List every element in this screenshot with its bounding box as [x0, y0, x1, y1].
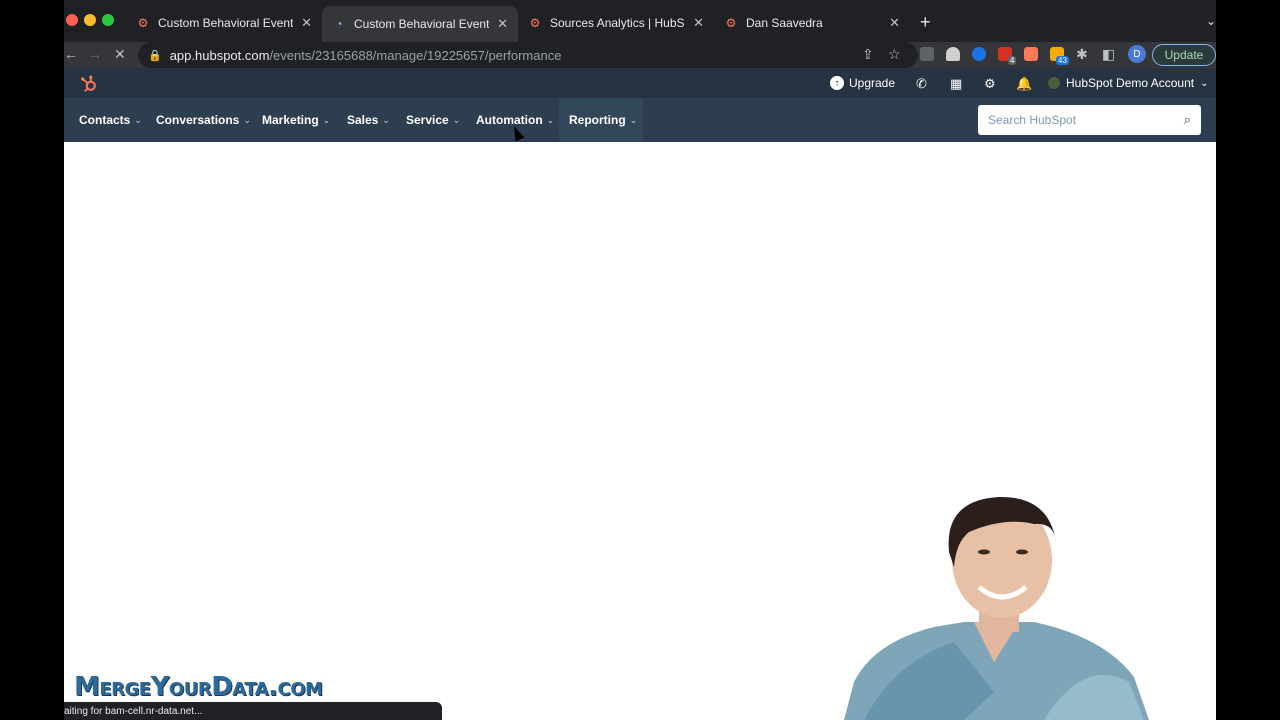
nav-sales[interactable]: Sales ⌄ — [347, 98, 390, 142]
shield-extension-icon[interactable] — [920, 47, 934, 61]
search-icon[interactable]: ⌕ — [1184, 112, 1191, 128]
tab-search-chevron-icon[interactable]: ⌄ — [1206, 14, 1216, 28]
nav-label: Reporting — [569, 113, 626, 127]
account-avatar — [1048, 77, 1060, 89]
account-name: HubSpot Demo Account — [1066, 76, 1195, 90]
search-input[interactable] — [988, 113, 1184, 127]
browser-tab[interactable]: ⚙ Dan Saavedra ✕ — [714, 8, 910, 38]
stop-loading-icon[interactable]: ✕ — [114, 46, 126, 63]
browser-tab-strip: ⚙ Custom Behavioral Events | Hu ✕ ◔ Cust… — [64, 0, 1216, 42]
tab-title: Custom Behavioral Events | Hu — [158, 16, 294, 30]
url-path: /events/23165688/manage/19225657/perform… — [269, 47, 562, 63]
snowflake-extension-icon[interactable] — [972, 47, 986, 61]
nav-service[interactable]: Service ⌄ — [406, 98, 460, 142]
address-bar[interactable]: 🔒 app.hubspot.com/events/23165688/manage… — [138, 42, 918, 68]
nav-label: Service — [406, 113, 449, 127]
nav-contacts[interactable]: Contacts ⌄ — [79, 98, 142, 142]
status-text: aiting for bam-cell.nr-data.net... — [64, 706, 203, 717]
chevron-down-icon: ⌄ — [546, 114, 555, 125]
hubspot-top-bar: ↑ Upgrade ✆ ▦ ⚙ 🔔 HubSpot Demo Account ⌄ — [64, 68, 1216, 98]
chevron-down-icon: ⌄ — [452, 114, 461, 125]
chevron-down-icon: ⌄ — [382, 114, 390, 125]
account-menu[interactable]: HubSpot Demo Account ⌄ — [1048, 76, 1208, 90]
chevron-down-icon: ⌄ — [629, 114, 638, 125]
browser-status-bar: aiting for bam-cell.nr-data.net... — [64, 702, 442, 720]
nav-marketing[interactable]: Marketing ⌄ — [262, 98, 330, 142]
tab-close-icon[interactable]: ✕ — [889, 15, 900, 31]
upgrade-label: Upgrade — [849, 76, 896, 90]
upgrade-button[interactable]: ↑ Upgrade — [830, 76, 895, 90]
close-window-button[interactable] — [66, 14, 78, 26]
extension-badge: 43 — [1056, 56, 1069, 65]
maximize-window-button[interactable] — [102, 14, 114, 26]
nav-label: Conversations — [156, 113, 240, 127]
back-icon[interactable]: ← — [64, 46, 78, 62]
marketplace-icon[interactable]: ▦ — [950, 76, 962, 92]
hubspot-sprocket-icon: ⚙ — [725, 16, 737, 30]
share-icon[interactable]: ⇪ — [862, 46, 874, 63]
hubspot-extension-icon[interactable] — [1024, 47, 1038, 61]
nav-reporting[interactable]: Reporting ⌄ — [559, 98, 643, 142]
update-browser-button[interactable]: Update — [1152, 44, 1216, 66]
chevron-down-icon: ⌄ — [134, 114, 142, 125]
chevron-down-icon: ⌄ — [243, 114, 251, 125]
watermark-text: MergeYourData.com — [74, 672, 323, 702]
side-panel-icon[interactable]: ◧ — [1102, 46, 1115, 63]
lock-icon: 🔒 — [148, 49, 162, 62]
notifications-bell-icon[interactable]: 🔔 — [1016, 76, 1032, 92]
tab-title: Custom Behavioral Events | Hu — [354, 17, 490, 31]
profile-avatar[interactable]: D — [1128, 45, 1146, 63]
extension-badge: 4 — [1008, 56, 1017, 65]
nav-label: Automation — [476, 113, 543, 127]
settings-gear-icon[interactable]: ⚙ — [984, 76, 996, 92]
browser-tab[interactable]: ⚙ Sources Analytics | HubSpot ✕ — [518, 8, 714, 38]
tab-close-icon[interactable]: ✕ — [693, 15, 704, 31]
nav-label: Marketing — [262, 113, 319, 127]
nav-label: Sales — [347, 113, 379, 127]
update-label: Update — [1164, 48, 1204, 62]
minimize-window-button[interactable] — [84, 14, 96, 26]
screen: ⚙ Custom Behavioral Events | Hu ✕ ◔ Cust… — [64, 0, 1216, 720]
new-tab-icon[interactable]: + — [920, 12, 931, 33]
hubspot-sprocket-icon: ⚙ — [529, 16, 541, 30]
cloud-extension-icon[interactable] — [946, 47, 960, 61]
tab-close-icon[interactable]: ✕ — [497, 16, 508, 32]
browser-tab-active[interactable]: ◔ Custom Behavioral Events | Hu ✕ — [322, 6, 518, 42]
browser-tab[interactable]: ⚙ Custom Behavioral Events | Hu ✕ — [126, 8, 322, 38]
loading-spinner-icon: ◔ — [335, 17, 343, 31]
hubspot-logo-icon[interactable] — [80, 75, 98, 93]
nav-label: Contacts — [79, 113, 131, 127]
phone-calling-icon[interactable]: ✆ — [916, 76, 927, 92]
forward-icon[interactable]: → — [88, 46, 102, 62]
webcam-presenter-image — [844, 496, 1149, 720]
watermark-logo: MergeYourData.com — [74, 672, 323, 702]
chevron-down-icon: ⌄ — [1200, 77, 1209, 89]
puzzle-extensions-icon[interactable]: ✱ — [1076, 46, 1088, 63]
hubspot-sprocket-icon: ⚙ — [137, 16, 149, 30]
profile-initial: D — [1133, 48, 1141, 60]
tab-title: Dan Saavedra — [746, 16, 823, 30]
url-domain: app.hubspot.com — [169, 47, 270, 63]
nav-conversations[interactable]: Conversations ⌄ — [156, 98, 251, 142]
search-box[interactable]: ⌕ — [978, 105, 1201, 135]
upgrade-arrow-icon: ↑ — [830, 76, 844, 90]
hubspot-main-nav: Contacts ⌄ Conversations ⌄ Marketing ⌄ Sale… — [64, 98, 1216, 142]
bookmark-star-icon[interactable]: ☆ — [888, 46, 901, 63]
browser-toolbar: ← → ✕ 🔒 app.hubspot.com/events/23165688/… — [64, 42, 1216, 68]
tab-title: Sources Analytics | HubSpot — [550, 16, 685, 30]
chevron-down-icon: ⌄ — [322, 114, 331, 125]
tab-close-icon[interactable]: ✕ — [301, 15, 312, 31]
